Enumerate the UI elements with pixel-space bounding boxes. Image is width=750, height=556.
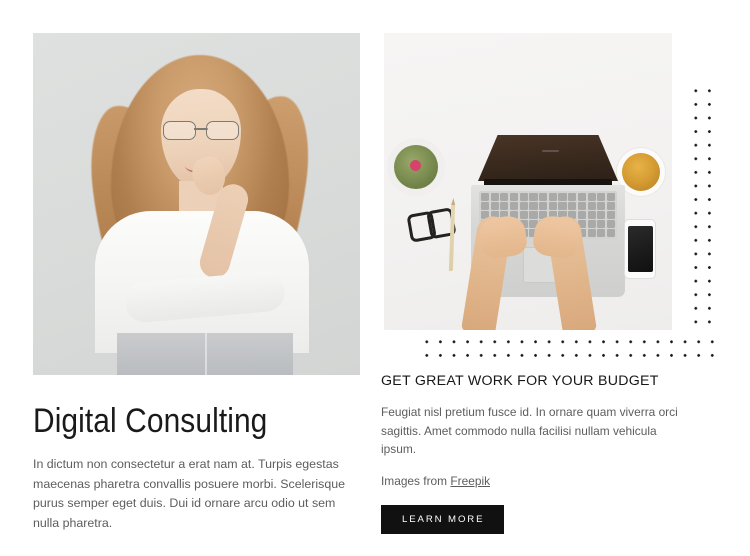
cactus-plant	[394, 145, 438, 189]
right-text-block: GET GREAT WORK FOR YOUR BUDGET Feugiat n…	[381, 372, 691, 534]
image-credit: Images from Freepik	[381, 473, 691, 489]
dot-pattern-band	[418, 333, 716, 357]
desk-photo	[384, 33, 672, 330]
section-heading: GET GREAT WORK FOR YOUR BUDGET	[381, 373, 659, 389]
laptop-screen	[478, 135, 618, 181]
page-canvas: Digital Consulting In dictum non consect…	[0, 0, 750, 556]
page-title: Digital Consulting	[33, 402, 268, 440]
left-text-block: Digital Consulting In dictum non consect…	[33, 401, 363, 533]
freepik-link[interactable]: Freepik	[450, 474, 490, 488]
portrait-jeans	[117, 333, 293, 375]
learn-more-button[interactable]: LEARN MORE	[381, 504, 505, 534]
portrait-photo	[33, 33, 360, 375]
eyeglasses-icon	[163, 121, 239, 140]
coffee-cup	[622, 153, 660, 191]
page-description: In dictum non consectetur a erat nam at.…	[33, 457, 345, 530]
smartphone-icon	[624, 219, 656, 279]
image-credit-prefix: Images from	[381, 473, 451, 488]
section-description: Feugiat nisl pretium fusce id. In ornare…	[381, 405, 678, 456]
dot-pattern-column	[687, 82, 717, 334]
